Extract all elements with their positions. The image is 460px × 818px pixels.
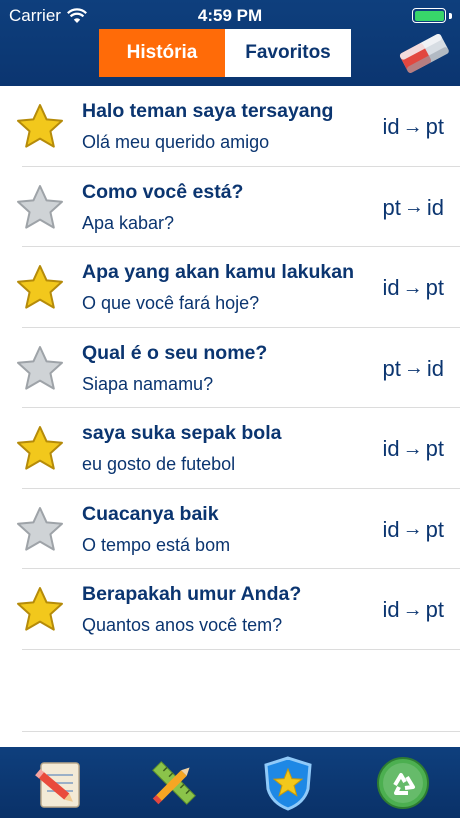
- language-pair: id → pt: [383, 436, 444, 462]
- history-row[interactable]: Apa yang akan kamu lakukan O que você far…: [0, 247, 460, 328]
- source-text: Como você está?: [82, 180, 244, 203]
- translation-text: Olá meu querido amigo: [82, 132, 270, 152]
- arrow-right-icon: →: [402, 598, 423, 621]
- top-header: Carrier 4:59 PM História Favoritos: [0, 0, 460, 86]
- history-list: Halo teman saya tersayang Olá meu querido…: [0, 86, 460, 650]
- history-row[interactable]: Cuacanya baik O tempo está bom id → pt: [0, 489, 460, 570]
- arrow-right-icon: →: [402, 276, 423, 299]
- history-row[interactable]: Como você está? Apa kabar? pt → id: [0, 167, 460, 248]
- target-language: pt: [425, 114, 444, 139]
- ruler-pencil-icon[interactable]: [146, 755, 202, 811]
- notepad-pencil-icon[interactable]: [31, 755, 87, 811]
- recycle-icon[interactable]: [375, 755, 431, 811]
- star-empty-icon[interactable]: [14, 182, 66, 234]
- source-text: Halo teman saya tersayang: [82, 100, 334, 122]
- target-language: pt: [425, 516, 444, 542]
- translation-text: O que você fará hoje?: [82, 293, 260, 313]
- source-language: pt: [382, 355, 401, 381]
- source-text: Apa yang akan kamu lakukan: [82, 261, 355, 283]
- star-empty-icon[interactable]: [14, 504, 66, 556]
- translation-text: Siapa namamu?: [82, 373, 214, 394]
- target-language: id: [426, 355, 444, 381]
- source-language: id: [382, 114, 400, 139]
- history-row[interactable]: Qual é o seu nome? Siapa namamu? pt → id: [0, 328, 460, 409]
- eraser-icon[interactable]: [395, 27, 451, 79]
- source-text: Qual é o seu nome?: [82, 341, 268, 364]
- source-language: pt: [382, 194, 401, 220]
- arrow-right-icon: →: [402, 437, 423, 460]
- translation-text: Apa kabar?: [82, 212, 175, 233]
- list-divider: [22, 731, 460, 732]
- arrow-right-icon: →: [402, 115, 423, 138]
- star-filled-icon[interactable]: [14, 584, 66, 636]
- target-language: pt: [425, 275, 444, 300]
- star-filled-icon[interactable]: [14, 262, 66, 314]
- tab-history[interactable]: História: [99, 29, 225, 77]
- source-text: saya suka sepak bola: [82, 422, 282, 444]
- language-pair: pt → id: [383, 195, 444, 221]
- tab-favorites[interactable]: Favoritos: [225, 29, 351, 77]
- language-pair: id → pt: [383, 114, 444, 140]
- arrow-right-icon: →: [403, 196, 424, 218]
- arrow-right-icon: →: [402, 518, 423, 540]
- star-empty-icon[interactable]: [14, 343, 66, 395]
- history-row[interactable]: Halo teman saya tersayang Olá meu querido…: [0, 86, 460, 167]
- language-pair: id → pt: [383, 275, 444, 301]
- arrow-right-icon: →: [403, 357, 424, 379]
- language-pair: pt → id: [383, 356, 444, 382]
- battery-icon: [412, 8, 446, 23]
- source-language: id: [382, 597, 400, 622]
- bottom-tab-bar: [0, 747, 460, 818]
- language-pair: id → pt: [383, 517, 444, 543]
- star-shield-icon[interactable]: [260, 755, 316, 811]
- source-language: id: [382, 275, 400, 300]
- source-text: Cuacanya baik: [82, 502, 219, 525]
- star-filled-icon[interactable]: [14, 423, 66, 475]
- translation-text: eu gosto de futebol: [82, 454, 236, 474]
- history-row[interactable]: saya suka sepak bola eu gosto de futebol i…: [0, 408, 460, 489]
- history-favorites-switch: História Favoritos: [99, 29, 351, 77]
- source-language: id: [382, 516, 400, 542]
- translation-text: Quantos anos você tem?: [82, 615, 283, 635]
- target-language: id: [426, 194, 444, 220]
- translation-text: O tempo está bom: [82, 534, 231, 555]
- clock: 4:59 PM: [197, 6, 263, 25]
- star-filled-icon[interactable]: [14, 101, 66, 153]
- history-row[interactable]: Berapakah umur Anda? Quantos anos você te…: [0, 569, 460, 650]
- source-text: Berapakah umur Anda?: [82, 583, 302, 605]
- language-pair: id → pt: [383, 597, 444, 623]
- source-language: id: [382, 436, 400, 461]
- battery-tip: [449, 13, 452, 19]
- status-bar: Carrier 4:59 PM: [0, 0, 460, 32]
- target-language: pt: [425, 597, 444, 622]
- target-language: pt: [425, 436, 444, 461]
